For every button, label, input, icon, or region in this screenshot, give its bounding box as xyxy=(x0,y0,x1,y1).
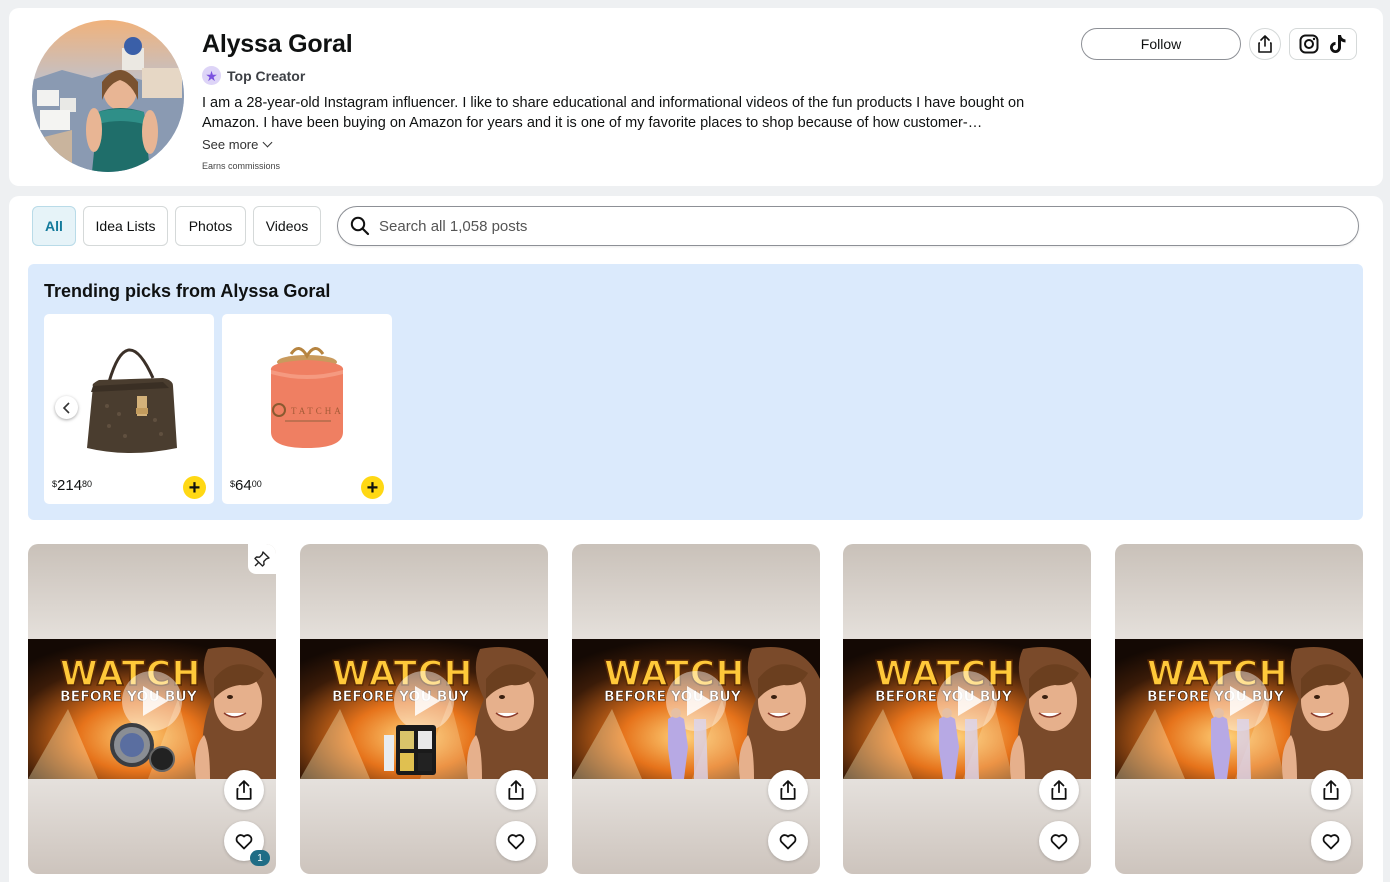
price-whole: 64 xyxy=(235,477,252,494)
share-post-button[interactable] xyxy=(1311,770,1351,810)
video-thumbnail[interactable]: WATCH BEFORE YOU BUY xyxy=(843,639,1091,779)
heart-icon xyxy=(235,833,253,849)
chevron-left-icon xyxy=(62,401,70,414)
video-thumbnail[interactable]: WATCH BEFORE YOU BUY xyxy=(1115,639,1363,779)
product-card[interactable]: TATCHA $ 64 00 + xyxy=(222,314,392,504)
add-to-list-button[interactable]: + xyxy=(361,476,384,499)
like-post-button[interactable] xyxy=(768,821,808,861)
social-links xyxy=(1289,28,1357,60)
tiktok-icon[interactable] xyxy=(1329,34,1347,54)
like-post-button[interactable] xyxy=(496,821,536,861)
price-fraction: 80 xyxy=(82,479,93,489)
like-post-button[interactable] xyxy=(1039,821,1079,861)
search-placeholder: Search all 1,058 posts xyxy=(379,217,528,235)
share-icon xyxy=(780,780,796,800)
like-post-button[interactable] xyxy=(1311,821,1351,861)
like-count-badge: 1 xyxy=(250,850,270,866)
video-thumbnail[interactable]: WATCH BEFORE YOU BUY xyxy=(572,639,820,779)
filter-photos[interactable]: Photos xyxy=(175,206,246,246)
video-post[interactable]: WATCH BEFORE YOU BUY xyxy=(843,544,1091,874)
filter-idea-lists[interactable]: Idea Lists xyxy=(83,206,168,246)
share-icon xyxy=(508,780,524,800)
share-profile-button[interactable] xyxy=(1249,28,1281,60)
profile-header: Alyssa Goral ★ Top Creator I am a 28-yea… xyxy=(9,8,1383,186)
share-post-button[interactable] xyxy=(768,770,808,810)
video-post[interactable]: WATCH BEFORE YOU BUY xyxy=(572,544,820,874)
instagram-icon[interactable] xyxy=(1299,34,1319,54)
product-price: $ 64 00 xyxy=(230,477,262,494)
video-post[interactable]: WATCH BEFORE YOU BUY xyxy=(300,544,548,874)
filter-videos[interactable]: Videos xyxy=(253,206,321,246)
share-icon xyxy=(1258,35,1272,53)
heart-icon xyxy=(1322,833,1340,849)
share-post-button[interactable] xyxy=(496,770,536,810)
commission-note: Earns commissions xyxy=(202,161,281,171)
see-more-label[interactable]: See more xyxy=(202,137,258,152)
follow-button[interactable]: Follow xyxy=(1081,28,1241,60)
search-icon xyxy=(350,216,370,236)
product-image[interactable]: TATCHA xyxy=(222,314,392,474)
product-brand-text: TATCHA xyxy=(291,406,344,416)
pin-icon[interactable] xyxy=(248,544,276,574)
share-icon xyxy=(1323,780,1339,800)
video-post[interactable]: WATCH BEFORE YOU BUY xyxy=(1115,544,1363,874)
top-creator-badge: ★ Top Creator xyxy=(202,66,305,85)
product-image[interactable] xyxy=(44,314,214,474)
carousel-prev-button[interactable] xyxy=(55,396,78,419)
heart-icon xyxy=(507,833,525,849)
creator-bio: I am a 28-year-old Instagram influencer.… xyxy=(202,95,1025,131)
share-post-button[interactable] xyxy=(224,770,264,810)
heart-icon xyxy=(779,833,797,849)
trending-section: Trending picks from Alyssa Goral $ 214 8… xyxy=(28,264,1363,520)
video-thumbnail[interactable]: WATCH BEFORE YOU BUY xyxy=(28,639,276,779)
storefront-content: All Idea Lists Photos Videos Search all … xyxy=(9,196,1383,882)
video-thumbnail[interactable]: WATCH BEFORE YOU BUY xyxy=(300,639,548,779)
filter-all[interactable]: All xyxy=(32,206,76,246)
see-more-link[interactable]: See more xyxy=(202,137,273,152)
add-to-list-button[interactable]: + xyxy=(183,476,206,499)
video-post[interactable]: WATCH BEFORE YOU BUY 1 xyxy=(28,544,276,874)
star-icon: ★ xyxy=(202,66,221,85)
product-price: $ 214 80 xyxy=(52,477,92,494)
share-post-button[interactable] xyxy=(1039,770,1079,810)
heart-icon xyxy=(1050,833,1068,849)
badge-label: Top Creator xyxy=(227,67,306,84)
product-card[interactable]: $ 214 80 + xyxy=(44,314,214,504)
avatar xyxy=(32,20,184,172)
chevron-down-icon xyxy=(262,137,273,148)
price-fraction: 00 xyxy=(251,479,262,489)
share-icon xyxy=(236,780,252,800)
share-icon xyxy=(1051,780,1067,800)
search-input[interactable]: Search all 1,058 posts xyxy=(337,206,1359,246)
creator-name: Alyssa Goral xyxy=(202,30,353,58)
trending-title: Trending picks from Alyssa Goral xyxy=(44,281,331,301)
price-whole: 214 xyxy=(57,477,83,494)
